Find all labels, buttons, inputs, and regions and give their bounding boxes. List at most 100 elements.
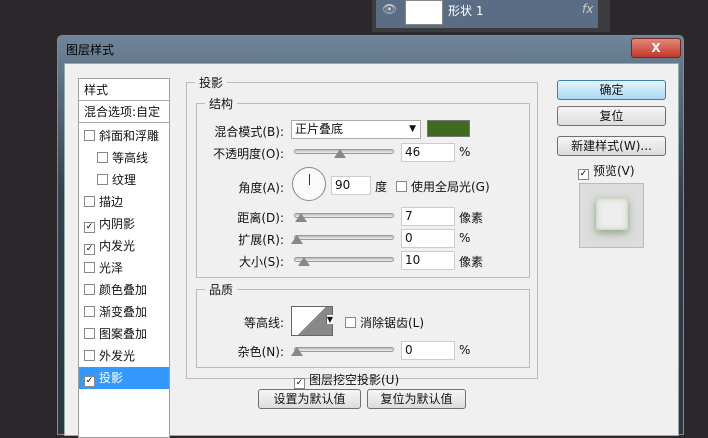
checkbox-icon[interactable] xyxy=(84,328,95,339)
style-item[interactable]: ✓ 内发光 xyxy=(79,235,169,257)
dialog-title: 图层样式 xyxy=(66,43,115,57)
checkbox-icon[interactable] xyxy=(84,306,95,317)
angle-input[interactable]: 90 xyxy=(331,176,371,195)
spread-slider[interactable] xyxy=(291,235,394,244)
knockout-checkbox[interactable]: ✓ 图层挖空投影(U) xyxy=(294,371,399,389)
style-item[interactable]: 外发光 xyxy=(79,345,169,367)
checkbox-icon[interactable]: ✓ xyxy=(84,244,95,255)
blend-mode-label: 混合模式(B): xyxy=(214,125,284,139)
blend-mode-value: 正片叠底 xyxy=(295,122,344,136)
checkbox-icon[interactable] xyxy=(84,262,95,273)
noise-label: 杂色(N): xyxy=(237,345,284,359)
opacity-slider[interactable] xyxy=(294,149,394,158)
size-slider[interactable] xyxy=(294,257,394,266)
checkbox-icon[interactable] xyxy=(97,152,108,163)
opacity-slider-handle[interactable] xyxy=(334,149,346,158)
checkbox-icon[interactable] xyxy=(84,350,95,361)
opacity-label: 不透明度(O): xyxy=(213,147,284,161)
style-item[interactable]: ✓ 内阴影 xyxy=(79,213,169,235)
style-item-label: 描边 xyxy=(99,195,124,209)
style-item[interactable]: 描边 xyxy=(79,191,169,213)
noise-slider-handle[interactable] xyxy=(291,347,303,356)
style-item[interactable]: 斜面和浮雕 xyxy=(79,125,169,147)
quality-title: 品质 xyxy=(205,281,238,298)
style-item[interactable]: 光泽 xyxy=(79,257,169,279)
layer-name: 形状 1 xyxy=(448,4,484,18)
style-item[interactable]: ✓ 投影 xyxy=(79,367,169,389)
distance-unit: 像素 xyxy=(459,211,484,225)
size-slider-handle[interactable] xyxy=(298,257,310,266)
reset-button[interactable]: 复位 xyxy=(557,106,666,126)
checkbox-icon[interactable]: ✓ xyxy=(84,222,95,233)
style-item[interactable]: 颜色叠加 xyxy=(79,279,169,301)
blend-mode-select[interactable]: 正片叠底 ▼ xyxy=(291,120,421,139)
style-item-label: 等高线 xyxy=(112,151,149,165)
eye-icon[interactable]: 👁 xyxy=(382,2,397,16)
style-item-label: 内阴影 xyxy=(99,217,136,231)
style-item[interactable]: 渐变叠加 xyxy=(79,301,169,323)
quality-group: 品质 等高线: ▼ 消除锯齿(L) 杂色(N): 0 % xyxy=(196,281,530,368)
dialog-body: 样式 混合选项:自定 斜面和浮雕等高线纹理描边 ✓ 内阴影 ✓ 内发光光泽颜色叠加渐变叠… xyxy=(64,63,679,438)
size-label: 大小(S): xyxy=(238,255,284,269)
distance-label: 距离(D): xyxy=(237,211,284,225)
preview-label: 预览(V) xyxy=(593,164,635,178)
styles-list: 样式 混合选项:自定 斜面和浮雕等高线纹理描边 ✓ 内阴影 ✓ 内发光光泽颜色叠加渐变叠… xyxy=(78,78,170,438)
structure-title: 结构 xyxy=(205,95,238,112)
blend-options-item[interactable]: 混合选项:自定 xyxy=(79,101,169,123)
make-default-button[interactable]: 设置为默认值 xyxy=(258,389,361,409)
distance-slider[interactable] xyxy=(294,213,394,222)
drop-shadow-title: 投影 xyxy=(195,74,228,91)
new-style-button[interactable]: 新建样式(W)... xyxy=(557,136,666,156)
noise-input[interactable]: 0 xyxy=(401,341,455,360)
checkbox-icon xyxy=(345,317,356,328)
style-item[interactable]: 纹理 xyxy=(79,169,169,191)
angle-dial[interactable] xyxy=(292,167,326,201)
noise-slider[interactable] xyxy=(291,347,394,356)
style-item[interactable]: 等高线 xyxy=(79,147,169,169)
checkbox-icon[interactable] xyxy=(84,284,95,295)
ok-button[interactable]: 确定 xyxy=(557,80,666,100)
global-light-checkbox[interactable]: 使用全局光(G) xyxy=(396,178,490,195)
noise-unit: % xyxy=(459,343,471,357)
opacity-input[interactable]: 46 xyxy=(401,143,455,162)
style-item-label: 内发光 xyxy=(99,239,136,253)
checkbox-icon: ✓ xyxy=(578,169,589,180)
preview-checkbox[interactable]: ✓ 预览(V) xyxy=(578,162,635,180)
shadow-color-swatch[interactable] xyxy=(427,120,470,137)
layer-thumbnail xyxy=(405,0,443,25)
checkbox-icon[interactable] xyxy=(84,196,95,207)
checkbox-icon[interactable] xyxy=(84,130,95,141)
structure-group: 结构 混合模式(B): 正片叠底 ▼ 不透明度(O): 46 % 角度(A): 9… xyxy=(196,95,530,278)
distance-slider-handle[interactable] xyxy=(295,213,307,222)
spread-input[interactable]: 0 xyxy=(401,229,455,248)
style-item-label: 斜面和浮雕 xyxy=(99,129,160,143)
chevron-down-icon: ▼ xyxy=(409,124,416,134)
checkbox-icon xyxy=(396,181,407,192)
contour-picker[interactable]: ▼ xyxy=(291,306,333,336)
style-item-label: 光泽 xyxy=(99,261,124,275)
style-item-label: 纹理 xyxy=(112,173,137,187)
size-input[interactable]: 10 xyxy=(401,251,455,270)
angle-unit: 度 xyxy=(375,180,388,194)
drop-shadow-group: 投影 结构 混合模式(B): 正片叠底 ▼ 不透明度(O): 46 % 角度(A)… xyxy=(186,74,538,379)
style-item-label: 外发光 xyxy=(99,349,136,363)
distance-input[interactable]: 7 xyxy=(401,207,455,226)
spread-unit: % xyxy=(459,231,471,245)
anti-alias-label: 消除锯齿(L) xyxy=(360,316,425,330)
angle-label: 角度(A): xyxy=(238,181,284,195)
spread-slider-handle[interactable] xyxy=(291,235,303,244)
checkbox-icon[interactable] xyxy=(97,174,108,185)
style-item[interactable]: 图案叠加 xyxy=(79,323,169,345)
styles-header[interactable]: 样式 xyxy=(79,79,169,101)
style-item-label: 渐变叠加 xyxy=(99,305,148,319)
style-item-label: 图案叠加 xyxy=(99,327,148,341)
style-item-label: 投影 xyxy=(99,371,124,385)
style-item-label: 颜色叠加 xyxy=(99,283,148,297)
close-button[interactable]: X xyxy=(631,38,681,58)
knockout-label: 图层挖空投影(U) xyxy=(309,373,400,387)
anti-alias-checkbox[interactable]: 消除锯齿(L) xyxy=(345,314,424,331)
reset-default-button[interactable]: 复位为默认值 xyxy=(367,389,466,409)
checkbox-icon[interactable]: ✓ xyxy=(84,376,95,387)
fx-icon[interactable]: fx xyxy=(582,2,593,16)
size-unit: 像素 xyxy=(459,255,484,269)
